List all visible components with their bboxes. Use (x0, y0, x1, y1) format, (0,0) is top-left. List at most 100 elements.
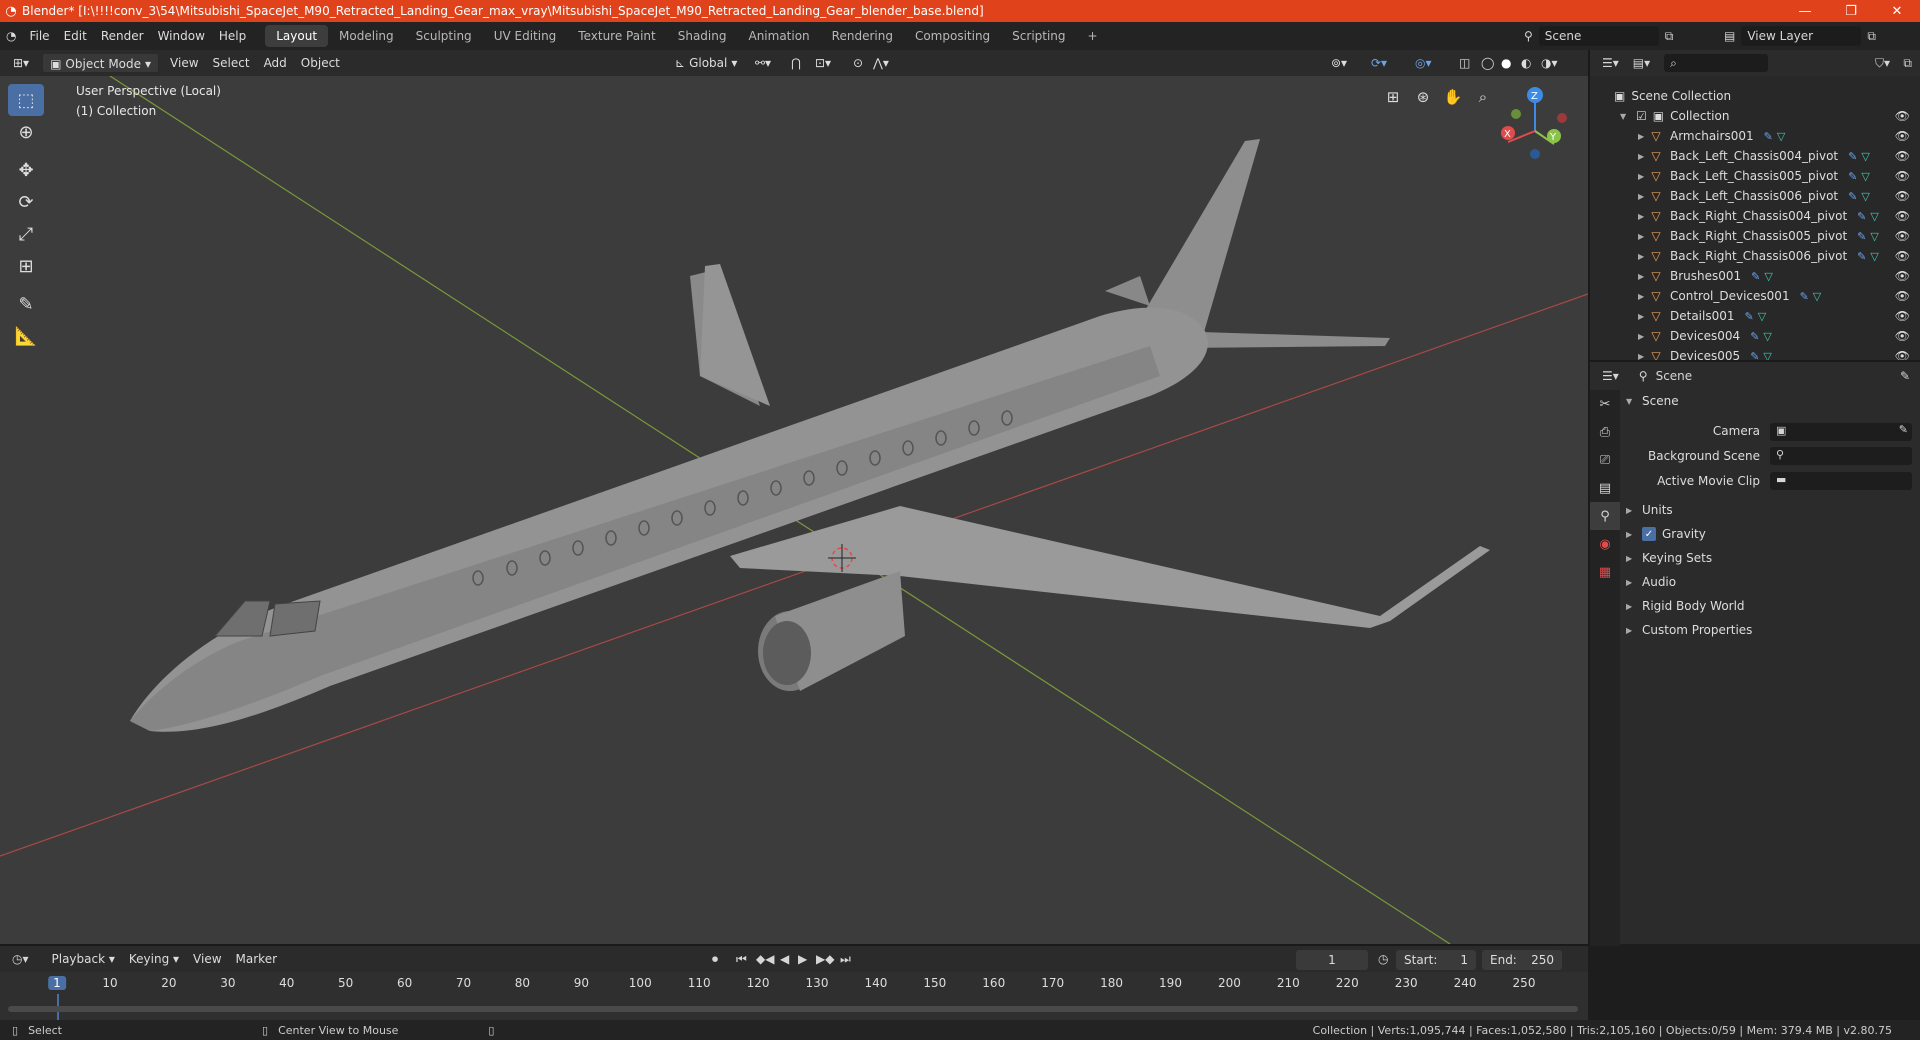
eye-icon[interactable]: 👁 (1895, 129, 1910, 143)
outliner-item[interactable]: ▶ ▽ Back_Right_Chassis005_pivot ✎ ▽ 👁 (1590, 226, 1920, 246)
pin-icon[interactable]: ✎ (1900, 369, 1910, 383)
menu-help[interactable]: Help (212, 25, 253, 47)
outliner-item[interactable]: ▶ ▽ Armchairs001 ✎ ▽ 👁 (1590, 126, 1920, 146)
falloff-icon[interactable]: ⋀▾ (866, 53, 896, 73)
modifier-icon[interactable]: ✎ (1857, 250, 1866, 263)
expand-icon[interactable]: ▶ (1638, 292, 1648, 301)
modifier-icon[interactable]: ✎ (1857, 230, 1866, 243)
filter-icon[interactable]: ⛉▾ (1875, 56, 1890, 71)
mesh-data-icon[interactable]: ▽ (1870, 250, 1878, 263)
view-layer-tab-icon[interactable]: ▤ (1590, 474, 1620, 502)
scene-tab-icon[interactable]: ⚲ (1590, 502, 1620, 530)
add-workspace-button[interactable]: + (1077, 25, 1109, 47)
pan-view-icon[interactable]: ✋ (1440, 84, 1466, 110)
camera-field[interactable]: ▣ ✎ (1770, 423, 1912, 441)
eye-icon[interactable]: 👁 (1895, 209, 1910, 223)
rotate-tool-icon[interactable]: ⟳ (8, 186, 44, 218)
jump-start-icon[interactable]: ⏮ (736, 952, 747, 967)
units-section[interactable]: ▶ Units (1626, 503, 1673, 517)
outliner-item[interactable]: ▶ ▽ Brushes001 ✎ ▽ 👁 (1590, 266, 1920, 286)
tab-scripting[interactable]: Scripting (1001, 25, 1076, 47)
new-scene-icon[interactable]: ⧉ (1665, 29, 1674, 44)
eye-icon[interactable]: 👁 (1895, 249, 1910, 263)
new-collection-icon[interactable]: ⧉ (1903, 56, 1912, 71)
playback-menu[interactable]: Playback ▾ (45, 949, 122, 969)
eye-icon[interactable]: 👁 (1895, 309, 1910, 323)
outliner-item[interactable]: ▶ ▽ Back_Left_Chassis005_pivot ✎ ▽ 👁 (1590, 166, 1920, 186)
menu-select[interactable]: Select (206, 53, 257, 73)
gravity-checkbox-icon[interactable]: ✓ (1642, 527, 1656, 541)
texture-tab-icon[interactable]: ▦ (1590, 558, 1620, 586)
next-keyframe-icon[interactable]: ▶◆ (816, 952, 834, 966)
marker-menu[interactable]: Marker (229, 949, 284, 969)
rendered-shading-icon[interactable]: ◑▾ (1534, 53, 1565, 73)
tab-modeling[interactable]: Modeling (328, 25, 405, 47)
expand-icon[interactable]: ▶ (1638, 312, 1648, 321)
modifier-icon[interactable]: ✎ (1751, 270, 1760, 283)
jump-end-icon[interactable]: ⏭ (840, 952, 851, 967)
background-scene-field[interactable]: ⚲ (1770, 447, 1912, 465)
start-frame-field[interactable]: Start: 1 (1396, 950, 1476, 970)
menu-file[interactable]: File (22, 25, 56, 47)
scale-tool-icon[interactable]: ⤢ (8, 218, 44, 250)
modifier-icon[interactable]: ✎ (1745, 310, 1754, 323)
eye-icon[interactable]: 👁 (1895, 289, 1910, 303)
zoom-view-icon[interactable]: ⌕ (1470, 84, 1496, 110)
3d-viewport[interactable]: Z X Y User Perspective (Local) (1) Colle… (0, 76, 1588, 944)
tab-layout[interactable]: Layout (265, 25, 329, 47)
gizmo-toggle-icon[interactable]: ⟳▾ (1364, 53, 1394, 73)
grid-view-icon[interactable]: ⊞ (1380, 84, 1406, 110)
mesh-data-icon[interactable]: ▽ (1763, 330, 1771, 343)
tab-compositing[interactable]: Compositing (904, 25, 1001, 47)
cursor-tool-icon[interactable]: ⊕ (8, 116, 44, 148)
expand-icon[interactable]: ▶ (1638, 152, 1648, 161)
modifier-icon[interactable]: ✎ (1848, 150, 1857, 163)
keying-menu[interactable]: Keying ▾ (122, 949, 186, 969)
minimize-button[interactable]: — (1782, 0, 1828, 22)
mesh-data-icon[interactable]: ▽ (1758, 310, 1766, 323)
scene-collection-row[interactable]: ▣ Scene Collection (1590, 86, 1920, 106)
expand-icon[interactable]: ▶ (1638, 212, 1648, 221)
mesh-data-icon[interactable]: ▽ (1813, 290, 1821, 303)
outliner-item[interactable]: ▶ ▽ Details001 ✎ ▽ 👁 (1590, 306, 1920, 326)
menu-add[interactable]: Add (257, 53, 294, 73)
prev-keyframe-icon[interactable]: ◆◀ (756, 952, 774, 966)
modifier-icon[interactable]: ✎ (1800, 290, 1809, 303)
tab-rendering[interactable]: Rendering (821, 25, 904, 47)
mesh-data-icon[interactable]: ▽ (1870, 230, 1878, 243)
outliner-item[interactable]: ▶ ▽ Back_Left_Chassis006_pivot ✎ ▽ 👁 (1590, 186, 1920, 206)
mesh-data-icon[interactable]: ▽ (1861, 190, 1869, 203)
modifier-icon[interactable]: ✎ (1848, 170, 1857, 183)
expand-icon[interactable]: ▼ (1620, 112, 1630, 121)
expand-icon[interactable]: ▶ (1638, 172, 1648, 181)
modifier-icon[interactable]: ✎ (1764, 130, 1773, 143)
record-icon[interactable]: ⏺ (712, 952, 718, 967)
mesh-data-icon[interactable]: ▽ (1861, 150, 1869, 163)
end-frame-field[interactable]: End: 250 (1482, 950, 1562, 970)
tool-tab-icon[interactable]: ✂ (1590, 390, 1620, 418)
current-frame-field[interactable]: 1 (1296, 950, 1368, 970)
snap-target-icon[interactable]: ⊡▾ (808, 53, 838, 73)
maximize-button[interactable]: ❐ (1828, 0, 1874, 22)
tab-texture-paint[interactable]: Texture Paint (567, 25, 666, 47)
mesh-data-icon[interactable]: ▽ (1861, 170, 1869, 183)
view-layer-selector[interactable]: ▤ View Layer ⧉ (1724, 26, 1876, 46)
mesh-data-icon[interactable]: ▽ (1777, 130, 1785, 143)
close-button[interactable]: ✕ (1874, 0, 1920, 22)
outliner-item[interactable]: ▶ ▽ Control_Devices001 ✎ ▽ 👁 (1590, 286, 1920, 306)
overlays-icon[interactable]: ◎▾ (1408, 53, 1439, 73)
timeline-scrollbar[interactable] (8, 1006, 1578, 1012)
tab-animation[interactable]: Animation (737, 25, 820, 47)
annotate-tool-icon[interactable]: ✎ (8, 288, 44, 320)
menu-render[interactable]: Render (94, 25, 151, 47)
editor-type-icon[interactable]: ⊞▾ (6, 53, 36, 73)
eye-icon[interactable]: 👁 (1895, 149, 1910, 163)
eye-icon[interactable]: 👁 (1895, 269, 1910, 283)
scene-section-header[interactable]: ▼ Scene (1626, 394, 1679, 408)
expand-icon[interactable]: ▶ (1638, 192, 1648, 201)
modifier-icon[interactable]: ✎ (1857, 210, 1866, 223)
outliner-item[interactable]: ▶ ▽ Devices004 ✎ ▽ 👁 (1590, 326, 1920, 346)
keying-sets-section[interactable]: ▶ Keying Sets (1626, 551, 1712, 565)
airplane-model[interactable] (130, 139, 1490, 732)
display-mode-icon[interactable]: ▤▾ (1633, 56, 1650, 70)
